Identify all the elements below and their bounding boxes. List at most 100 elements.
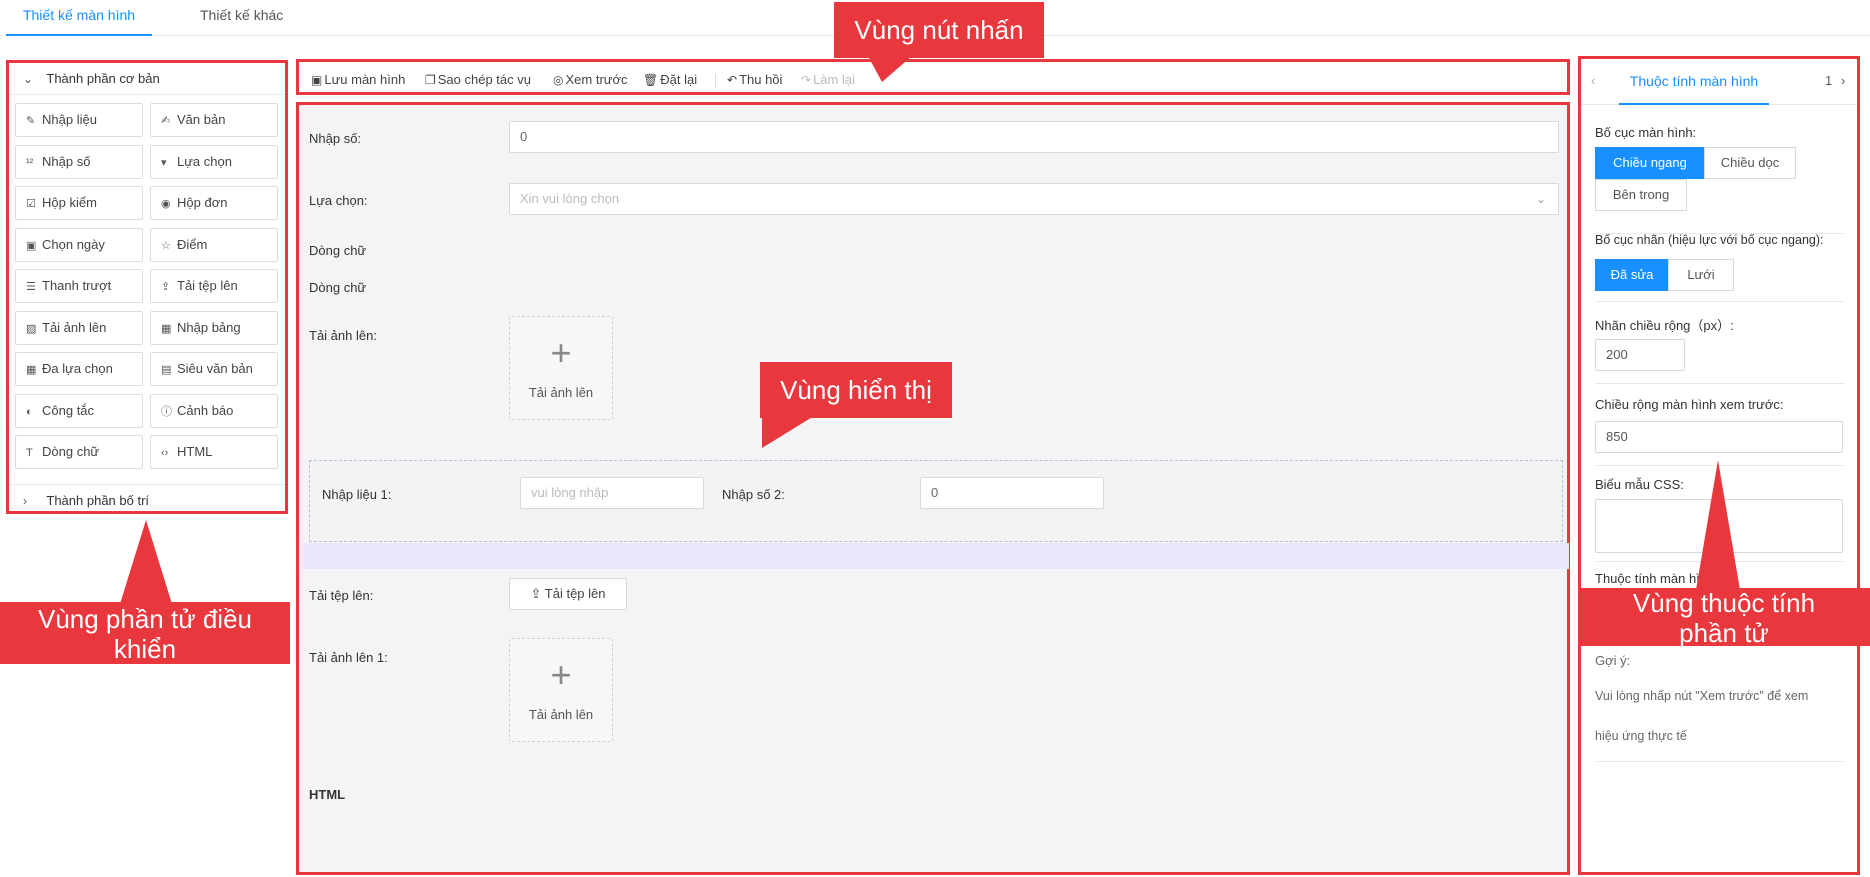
- image-upload1-label: Tải ảnh lên 1:: [309, 650, 388, 665]
- component-item[interactable]: ◐ Công tắc: [15, 393, 143, 428]
- undo-button[interactable]: ↶ Thu hồi: [727, 72, 782, 87]
- component-item[interactable]: ▤ Siêu văn bản: [150, 352, 278, 386]
- preview-button[interactable]: ◎ Xem trước: [553, 72, 628, 87]
- layout-inline-button[interactable]: Bên trong: [1595, 179, 1687, 211]
- layout-horizontal-button[interactable]: Chiều ngang: [1595, 147, 1705, 179]
- component-item[interactable]: ▦ Đa lựa chọn: [15, 352, 143, 386]
- number2-field[interactable]: 0: [920, 477, 1104, 509]
- callout-buttons-area: Vùng nút nhấn: [834, 2, 1044, 58]
- text-line-2: Dòng chữ: [309, 280, 367, 295]
- tab-other-design[interactable]: Thiết kế khác: [200, 6, 283, 36]
- callout-controls-line1: Vùng phần tử điều: [37, 604, 253, 634]
- rich-text-icon: ▤: [161, 364, 172, 376]
- calendar-icon: ▣: [26, 239, 37, 252]
- component-item[interactable]: ✍ Văn bản: [150, 103, 278, 137]
- basic-components-header[interactable]: ⌄ Thành phần cơ bản: [9, 63, 285, 95]
- save-icon: ▣: [311, 73, 323, 87]
- tab-screen-properties[interactable]: Thuộc tính màn hình: [1619, 73, 1769, 105]
- component-item-label: Đa lựa chọn: [42, 361, 113, 376]
- image-upload1-text: Tải ảnh lên: [528, 707, 594, 722]
- chevron-right-icon[interactable]: ›: [1841, 73, 1845, 88]
- basic-components-title: Thành phần cơ bản: [46, 71, 160, 86]
- component-item[interactable]: ✎ Nhập liệu: [15, 103, 143, 137]
- html-block-label: HTML: [309, 787, 346, 802]
- upload-icon: ⇪: [161, 281, 171, 293]
- divider: [1595, 383, 1845, 384]
- reset-button[interactable]: 🗑 Đặt lại: [643, 72, 697, 87]
- component-item[interactable]: ‹› HTML: [150, 435, 278, 469]
- label-layout-grid-button[interactable]: Lưới: [1668, 259, 1734, 291]
- file-upload-button[interactable]: ⇪ Tải tệp lên: [509, 578, 627, 610]
- component-item[interactable]: ▨ Tải ảnh lên: [15, 310, 143, 345]
- callout-pointer: [120, 520, 172, 604]
- preview-width-input[interactable]: 850: [1595, 421, 1843, 453]
- layout-components-header[interactable]: › Thành phần bố trí: [9, 485, 285, 517]
- divider: [1595, 301, 1845, 302]
- table-icon: ▦: [161, 322, 172, 335]
- chevron-right-icon: ›: [23, 494, 27, 508]
- css-label: Biểu mẫu CSS:: [1595, 477, 1684, 492]
- component-item[interactable]: ▦ Nhập bảng: [150, 310, 278, 345]
- component-item-label: Nhập bảng: [177, 319, 241, 335]
- component-item[interactable]: ☑ Hộp kiểm: [15, 186, 143, 220]
- image-upload-label: Tải ảnh lên:: [309, 328, 377, 343]
- radio-icon: ◉: [161, 198, 171, 210]
- callout-controls-line2: khiển: [113, 634, 177, 664]
- tab-page-indicator: 1: [1825, 73, 1833, 88]
- layout-components-title: Thành phần bố trí: [46, 493, 150, 508]
- layout-vertical-button[interactable]: Chiều dọc: [1704, 147, 1796, 179]
- component-item[interactable]: ◉ Hộp đơn: [150, 186, 278, 220]
- component-item-label: Tải ảnh lên: [42, 319, 107, 335]
- component-item[interactable]: ▾ Lựa chọn: [150, 144, 278, 179]
- save-screen-button[interactable]: ▣ Lưu màn hình: [311, 72, 405, 87]
- row-drop-zone: [303, 543, 1569, 569]
- label-layout-fixed-button[interactable]: Đã sửa: [1595, 259, 1669, 291]
- component-item[interactable]: ⓘ Cảnh báo: [150, 393, 278, 428]
- callout-pointer: [1696, 460, 1740, 590]
- callout-props-area: Vùng thuộc tính phần tử: [1578, 588, 1870, 648]
- component-panel: ⌄ Thành phần cơ bản ✎ Nhập liệu ✍ Văn bản ¹²…: [6, 60, 288, 514]
- component-item[interactable]: T Dòng chữ: [15, 435, 143, 469]
- component-item-label: HTML: [177, 444, 213, 459]
- number-label: Nhập số:: [309, 131, 362, 146]
- callout-pointer: [868, 56, 912, 82]
- input1-field[interactable]: vui lòng nhập: [520, 477, 704, 509]
- number-icon: ¹²: [26, 156, 34, 169]
- component-item[interactable]: ⇪ Tải tệp lên: [150, 269, 278, 303]
- copy-task-button[interactable]: ❐ Sao chép tác vụ: [425, 72, 531, 87]
- component-item[interactable]: ☆ Điểm: [150, 227, 278, 262]
- select-dropdown[interactable]: Xin vui lòng chọn ⌄: [509, 183, 1559, 215]
- callout-props-line2: phần tử: [1679, 618, 1769, 648]
- hint-title: Gợi ý:: [1595, 653, 1631, 668]
- chevron-left-icon[interactable]: ‹: [1591, 73, 1595, 88]
- component-item-label: Nhập số: [42, 153, 91, 169]
- trash-icon: 🗑: [643, 73, 659, 87]
- callout-pointer: [762, 416, 814, 448]
- component-item-label: Lựa chọn: [177, 153, 232, 169]
- redo-icon: ↷: [801, 73, 812, 87]
- component-item[interactable]: ☰ Thanh trượt: [15, 269, 143, 303]
- number-input[interactable]: 0: [509, 121, 1559, 153]
- grid-row-container[interactable]: Nhập liệu 1: vui lòng nhập Nhập số 2: 0: [309, 460, 1563, 542]
- label-width-input[interactable]: 200: [1595, 339, 1685, 371]
- copy-icon: ❐: [425, 73, 436, 87]
- code-icon: ‹›: [161, 447, 169, 459]
- component-item-label: Hộp kiểm: [42, 195, 97, 210]
- image-upload1-box[interactable]: + Tải ảnh lên: [509, 638, 613, 742]
- number2-label: Nhập số 2:: [722, 487, 785, 502]
- image-icon: ▨: [26, 322, 37, 335]
- component-item[interactable]: ¹² Nhập số: [15, 144, 143, 179]
- tab-screen-design[interactable]: Thiết kế màn hình: [6, 6, 152, 36]
- eye-icon: ◎: [553, 73, 564, 87]
- image-upload-box[interactable]: + Tải ảnh lên: [509, 316, 613, 420]
- component-item-label: Dòng chữ: [42, 444, 100, 459]
- plus-icon: +: [550, 332, 572, 373]
- design-canvas: Nhập số: 0 Lựa chọn: Xin vui lòng chọn ⌄…: [296, 102, 1570, 875]
- redo-button[interactable]: ↷ Làm lại: [801, 72, 855, 87]
- hint-line-2: hiệu ứng thực tế: [1595, 729, 1687, 743]
- component-item[interactable]: ▣ Chọn ngày: [15, 227, 143, 262]
- component-item-label: Công tắc: [42, 402, 95, 418]
- input1-label: Nhập liệu 1:: [322, 487, 392, 502]
- component-item-label: Tải tệp lên: [177, 278, 238, 293]
- chevron-down-icon: ⌄: [23, 72, 34, 86]
